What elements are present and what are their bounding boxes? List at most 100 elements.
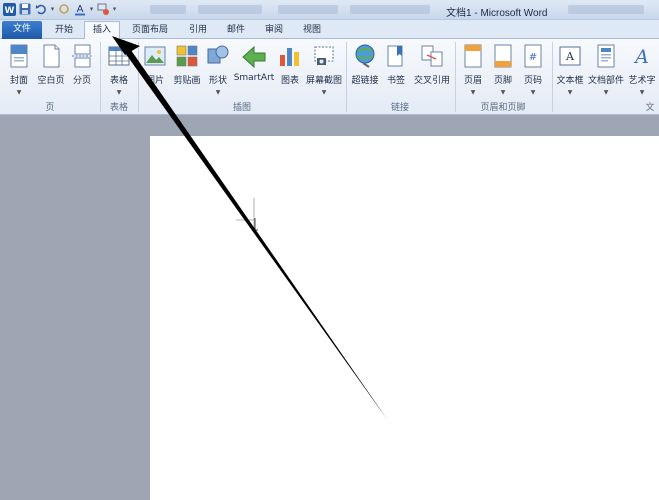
hyperlink-button[interactable]: 超链接	[349, 41, 381, 97]
svg-text:A: A	[565, 50, 575, 63]
shapes-label: 形状	[208, 76, 227, 86]
tab-page-layout[interactable]: 页面布局	[124, 22, 176, 39]
bookmark-icon	[387, 45, 403, 67]
cross-reference-button[interactable]: 交叉引用	[410, 41, 454, 97]
tab-view[interactable]: 视图	[294, 22, 330, 39]
word-app-icon[interactable]: W	[2, 2, 16, 16]
page-break-button[interactable]: 分页	[68, 41, 96, 97]
page-number-label: 页码	[523, 76, 542, 86]
font-color-icon[interactable]: A	[73, 2, 87, 16]
title-bar: W ▾ A ▾ ▾ 文档1 - Microsoft Word	[0, 0, 659, 20]
chevron-down-icon: ▼	[603, 89, 609, 96]
customize-qat-icon[interactable]: ▾	[112, 3, 117, 15]
font-color-dropdown-icon[interactable]: ▾	[89, 3, 94, 15]
bookmark-label: 书签	[386, 76, 405, 86]
redo-icon[interactable]	[57, 2, 71, 16]
svg-text:A: A	[633, 46, 649, 68]
chevron-down-icon: ▼	[16, 89, 22, 96]
quick-parts-icon	[597, 44, 615, 68]
chevron-down-icon: ▼	[215, 89, 221, 96]
blank-page-button[interactable]: 空白页	[34, 41, 68, 97]
svg-text:W: W	[4, 6, 14, 16]
tab-review[interactable]: 审阅	[256, 22, 292, 39]
text-box-label: 文本框	[556, 76, 584, 86]
screenshot-label: 屏幕截图	[305, 76, 342, 86]
tab-references[interactable]: 引用	[180, 22, 216, 39]
page-number-icon: #	[524, 44, 542, 68]
tab-insert[interactable]: 插入	[84, 21, 120, 40]
quick-parts-label: 文档部件	[587, 76, 624, 86]
blurred-taskbar-item	[350, 5, 430, 14]
shapes-icon	[207, 45, 229, 64]
cover-page-button[interactable]: 封面 ▼	[4, 41, 34, 97]
bookmark-button[interactable]: 书签	[382, 41, 410, 97]
cross-reference-icon	[421, 45, 443, 67]
header-icon	[464, 44, 482, 68]
text-box-button[interactable]: A 文本框 ▼	[554, 41, 586, 97]
group-label-links: 链接	[390, 103, 409, 113]
chevron-down-icon: ▼	[639, 89, 645, 96]
svg-text:#: #	[529, 52, 537, 63]
cross-reference-label: 交叉引用	[413, 76, 450, 86]
save-icon[interactable]	[18, 2, 32, 16]
chevron-down-icon: ▼	[321, 89, 327, 96]
cover-page-label: 封面	[9, 76, 28, 86]
footer-button[interactable]: 页脚 ▼	[489, 41, 517, 97]
chevron-down-icon: ▼	[567, 89, 573, 96]
screenshot-icon	[314, 46, 334, 65]
undo-icon[interactable]	[34, 2, 48, 16]
tab-home[interactable]: 开始	[46, 22, 82, 39]
ribbon-tab-bar: 文件 开始 插入 页面布局 引用 邮件 审阅 视图	[0, 20, 659, 40]
group-label-pages: 页	[45, 103, 55, 113]
quick-parts-button[interactable]: 文档部件 ▼	[587, 41, 625, 97]
blurred-taskbar-item	[278, 5, 338, 14]
text-cursor-icon	[236, 198, 258, 231]
blurred-taskbar-item	[150, 5, 186, 14]
clip-art-button[interactable]: 剪贴画	[171, 41, 203, 97]
hyperlink-icon	[355, 44, 375, 68]
picture-icon	[144, 46, 166, 66]
svg-text:A: A	[76, 4, 83, 15]
tab-file[interactable]: 文件	[2, 21, 42, 39]
document-page[interactable]	[150, 136, 659, 500]
wordart-label: 艺术字	[628, 76, 656, 86]
cover-page-icon	[10, 44, 28, 68]
group-label-text: 文	[645, 103, 655, 113]
wordart-icon: A	[633, 46, 649, 68]
shapes-button[interactable]: 形状 ▼	[204, 41, 232, 97]
table-button[interactable]: 表格 ▼	[104, 41, 134, 97]
format-painter-icon[interactable]	[96, 2, 110, 16]
footer-label: 页脚	[493, 76, 512, 86]
window-title: 文档1 - Microsoft Word	[446, 8, 548, 19]
blank-page-icon	[43, 44, 60, 68]
header-button[interactable]: 页眉 ▼	[459, 41, 487, 97]
blank-page-label: 空白页	[37, 76, 65, 86]
group-label-tables: 表格	[109, 103, 128, 113]
wordart-button[interactable]: A 艺术字 ▼	[626, 41, 658, 97]
group-separator	[552, 42, 553, 112]
document-area	[0, 116, 659, 500]
group-label-illustrations: 插图	[232, 103, 251, 113]
clip-art-label: 剪贴画	[173, 76, 201, 86]
quick-access-toolbar: W ▾ A ▾ ▾	[2, 2, 117, 16]
tab-mailings[interactable]: 邮件	[218, 22, 254, 39]
text-box-icon: A	[559, 46, 581, 66]
picture-label: 图片	[145, 76, 164, 86]
ribbon-insert: 封面 ▼ 空白页 分页 页 表格 ▼ 表格 图片 剪贴画 形状 ▼ SmartA…	[0, 39, 659, 115]
page-break-icon	[72, 44, 92, 68]
screenshot-button[interactable]: 屏幕截图 ▼	[304, 41, 344, 97]
blurred-taskbar-item	[568, 5, 644, 14]
group-label-header-footer: 页眉和页脚	[480, 103, 526, 113]
table-icon	[108, 46, 130, 66]
undo-dropdown-icon[interactable]: ▾	[50, 3, 55, 15]
chart-button[interactable]: 图表	[276, 41, 304, 97]
clip-art-icon	[176, 45, 198, 67]
smartart-button[interactable]: SmartArt	[232, 41, 276, 97]
page-number-button[interactable]: # 页码 ▼	[519, 41, 547, 97]
picture-button[interactable]: 图片	[140, 41, 170, 97]
chart-label: 图表	[280, 76, 299, 86]
hyperlink-label: 超链接	[351, 76, 379, 86]
footer-icon	[494, 44, 512, 68]
chevron-down-icon: ▼	[530, 89, 536, 96]
chevron-down-icon: ▼	[470, 89, 476, 96]
